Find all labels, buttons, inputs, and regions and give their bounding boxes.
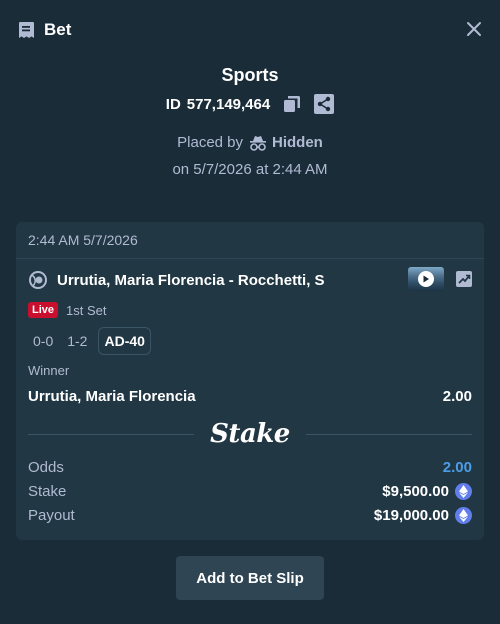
- odds-label: Odds: [28, 458, 64, 476]
- bet-totals: Odds 2.00 Stake $9,500.00 Payout $19,000…: [28, 455, 472, 527]
- add-to-bet-slip-button[interactable]: Add to Bet Slip: [176, 556, 324, 600]
- modal-header: Bet: [0, 0, 500, 62]
- share-icon: [314, 94, 335, 114]
- bet-id-value: 577,149,464: [186, 95, 271, 113]
- incognito-icon: [250, 135, 267, 151]
- score-games: 1-2: [67, 333, 88, 349]
- brand-divider: Stake: [28, 419, 473, 449]
- bet-id-row: ID 577,149,464: [0, 94, 500, 114]
- event-row: Urrutia, Maria Florencia - Rocchetti, S: [28, 265, 472, 295]
- close-button[interactable]: [464, 19, 484, 39]
- event-actions: [408, 267, 472, 291]
- header-title-group: Bet: [16, 20, 71, 40]
- divider-line-left: [28, 433, 195, 435]
- bet-timestamp: 2:44 AM 5/7/2026: [16, 222, 484, 259]
- stats-chart-icon[interactable]: [456, 271, 472, 287]
- modal-title: Bet: [44, 20, 72, 39]
- odds-row: Odds 2.00: [28, 455, 472, 479]
- copy-icon: [284, 96, 301, 112]
- odds-value: 2.00: [442, 458, 472, 476]
- stake-row: Stake $9,500.00: [28, 479, 472, 503]
- bet-id-label: ID: [165, 95, 181, 113]
- payout-amount: $19,000.00: [373, 506, 472, 524]
- bet-card-body: Urrutia, Maria Florencia - Rocchetti, S: [16, 265, 484, 527]
- event-name[interactable]: Urrutia, Maria Florencia - Rocchetti, S: [57, 272, 325, 289]
- bet-modal: Bet Sports ID 577,149,464 Placed by Hidd…: [0, 0, 500, 624]
- score-points: AD-40: [98, 327, 151, 355]
- stake-value: $9,500.00: [382, 482, 449, 500]
- close-icon: [467, 22, 481, 36]
- bet-placed-date: on 5/7/2026 at 2:44 AM: [172, 161, 328, 178]
- stake-label: Stake: [28, 482, 67, 500]
- placed-by-username: Hidden: [272, 134, 323, 151]
- sport-title: Sports: [221, 65, 279, 85]
- ethereum-icon: [455, 482, 472, 500]
- share-button[interactable]: [314, 94, 335, 114]
- bet-summary: Sports ID 577,149,464 Placed by Hidden o…: [0, 62, 500, 178]
- market-name: Winner: [28, 363, 70, 378]
- bet-ticket-icon: [16, 20, 36, 40]
- placed-by-label: Placed by: [177, 134, 244, 151]
- copy-id-button[interactable]: [282, 94, 302, 114]
- payout-row: Payout $19,000.00: [28, 503, 472, 527]
- play-icon: [418, 271, 434, 287]
- bet-card: 2:44 AM 5/7/2026 Urrutia, Maria Florenci…: [16, 222, 484, 540]
- match-status-row: Live 1st Set: [28, 299, 472, 321]
- score-sets: 0-0: [33, 333, 54, 349]
- ethereum-icon: [455, 506, 472, 524]
- stake-amount: $9,500.00: [382, 482, 472, 500]
- payout-label: Payout: [28, 506, 75, 524]
- placed-by-row: Placed by Hidden: [0, 134, 500, 151]
- selection-name: Urrutia, Maria Florencia: [28, 388, 196, 405]
- match-period: 1st Set: [66, 302, 107, 318]
- live-stream-thumbnail[interactable]: [408, 267, 444, 291]
- divider-line-right: [305, 433, 473, 435]
- stake-logo: Stake: [210, 419, 290, 449]
- live-badge: Live: [28, 302, 59, 318]
- scoreboard: 0-0 1-2 AD-40: [28, 327, 472, 355]
- payout-value: $19,000.00: [373, 506, 449, 524]
- selection-odds: 2.00: [442, 388, 472, 405]
- tennis-ball-icon: [29, 271, 47, 289]
- selection-row: Urrutia, Maria Florencia 2.00: [28, 388, 472, 405]
- placed-by-user: Hidden: [249, 134, 323, 151]
